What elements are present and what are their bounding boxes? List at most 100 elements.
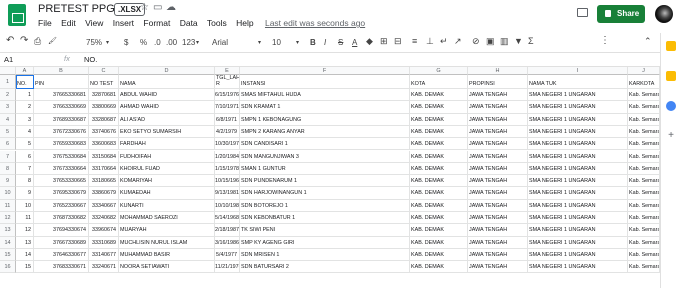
chevron-down-icon[interactable]: ▾ [196,39,199,46]
strikethrough-button[interactable]: S [338,38,343,47]
decrease-decimal-button[interactable]: .0 [154,38,161,47]
table-cell[interactable]: KAB. DEMAK [410,199,468,212]
header-cell[interactable]: KOTA [410,75,468,89]
table-cell[interactable]: 6 [16,150,34,163]
menu-insert[interactable]: Insert [113,18,134,28]
table-cell[interactable]: 14 [16,248,34,262]
table-cell[interactable]: JAWA TENGAH [468,261,528,274]
column-header-d[interactable]: D [119,67,215,75]
document-title[interactable]: PRETEST PPG [38,3,115,15]
table-cell[interactable]: Kab. Semarang [628,162,660,176]
more-formats-button[interactable]: 123 [182,38,195,47]
table-cell[interactable]: ALI AS'AD [119,113,215,126]
table-cell[interactable]: Kab. Semarang [628,113,660,126]
table-cell[interactable]: KAB. DEMAK [410,162,468,176]
row-header-11[interactable]: 11 [0,199,16,212]
table-cell[interactable]: 11 [16,212,34,225]
table-cell[interactable]: 10/15/1967 [215,175,240,188]
column-header-g[interactable]: G [410,67,468,75]
table-cell[interactable]: 33240671 [89,261,119,274]
table-cell[interactable]: 33960674 [89,224,119,237]
table-cell[interactable]: 10/10/1984 [215,199,240,212]
row-header-13[interactable]: 13 [0,224,16,237]
table-cell[interactable]: 33180665 [89,175,119,188]
table-cell[interactable]: 5/14/1968 [215,212,240,225]
zoom-select[interactable]: 75% [86,38,102,47]
table-cell[interactable]: 13 [16,236,34,249]
table-cell[interactable]: 37672330676 [34,125,89,139]
table-cell[interactable]: 37675330684 [34,150,89,163]
table-cell[interactable]: SMA NEGERI 1 UNGARAN [528,101,628,114]
table-cell[interactable]: SMA NEGERI 1 UNGARAN [528,199,628,212]
table-cell[interactable]: KAB. DEMAK [410,138,468,151]
table-cell[interactable]: 33800669 [89,101,119,114]
header-cell[interactable]: INSTANSI [240,75,410,89]
column-header-f[interactable]: F [240,67,410,75]
folder-move-icon[interactable]: ▭ [153,2,162,13]
table-cell[interactable]: 37653330665 [34,175,89,188]
table-cell[interactable]: KAB. DEMAK [410,224,468,237]
collapse-icon[interactable]: ⌃ [644,36,652,47]
table-cell[interactable]: 33150684 [89,150,119,163]
table-cell[interactable]: 5/4/1977 [215,248,240,262]
table-cell[interactable]: 11/21/1976 [215,261,240,274]
header-cell[interactable]: PROPINSI [468,75,528,89]
header-cell[interactable]: PIN [34,75,89,89]
font-select[interactable]: Arial [212,38,228,47]
table-cell[interactable]: SMPN 1 KEBONAGUNG [240,113,410,126]
header-cell[interactable]: NAMA [119,75,215,89]
table-cell[interactable]: MOHAMMAD SAEROZI [119,212,215,225]
table-cell[interactable]: SDN BATURSARI 2 [240,261,410,274]
table-cell[interactable]: SDN BOTOREJO 1 [240,199,410,212]
table-cell[interactable]: 10 [16,199,34,212]
cloud-icon[interactable]: ☁ [166,2,176,13]
vertical-align-icon[interactable]: ⊥ [426,36,434,47]
table-cell[interactable]: 10/30/1974 [215,138,240,151]
insert-link-icon[interactable]: ⊘ [472,36,480,47]
table-cell[interactable]: KAB. DEMAK [410,248,468,262]
avatar[interactable] [655,5,673,23]
column-header-i[interactable]: I [528,67,628,75]
table-cell[interactable]: AHMAD WAHID [119,101,215,114]
header-cell[interactable]: NAMA TUK [528,75,628,89]
table-cell[interactable]: SMA NEGERI 1 UNGARAN [528,187,628,200]
formula-input[interactable]: NO. [84,55,97,64]
table-cell[interactable]: Kab. Semarang [628,261,660,274]
table-cell[interactable]: SMA NEGERI 1 UNGARAN [528,248,628,262]
keep-icon[interactable] [666,71,676,81]
table-cell[interactable]: 37652330667 [34,199,89,212]
table-cell[interactable]: 37689330687 [34,113,89,126]
table-cell[interactable]: 37663330669 [34,101,89,114]
chevron-down-icon[interactable]: ▾ [106,39,109,46]
fill-color-icon[interactable]: ◆ [366,36,373,47]
row-header-8[interactable]: 8 [0,162,16,176]
table-cell[interactable]: Kab. Semarang [628,175,660,188]
table-cell[interactable]: SDN MRISEN 1 [240,248,410,262]
table-cell[interactable]: 33340667 [89,199,119,212]
row-header-9[interactable]: 9 [0,175,16,188]
tasks-icon[interactable] [666,101,676,111]
row-header-15[interactable]: 15 [0,248,16,262]
table-cell[interactable]: Kab. Semarang [628,236,660,249]
table-cell[interactable]: KAB. DEMAK [410,101,468,114]
header-cell[interactable]: KARKOTA [628,75,660,89]
column-header-a[interactable]: A [16,67,34,75]
row-header-6[interactable]: 6 [0,138,16,151]
star-icon[interactable]: ☆ [140,2,149,13]
row-header-12[interactable]: 12 [0,212,16,225]
share-button[interactable]: Share [597,5,645,23]
table-cell[interactable]: JAWA TENGAH [468,236,528,249]
insert-comment-icon[interactable]: ▣ [486,36,495,47]
menu-data[interactable]: Data [180,18,198,28]
menu-view[interactable]: View [85,18,103,28]
table-cell[interactable]: JAWA TENGAH [468,248,528,262]
table-cell[interactable]: KAB. DEMAK [410,212,468,225]
table-cell[interactable]: JAWA TENGAH [468,199,528,212]
table-cell[interactable]: Kab. Semarang [628,212,660,225]
table-cell[interactable]: 37695330679 [34,187,89,200]
table-cell[interactable]: 33170664 [89,162,119,176]
filter-icon[interactable]: ▼ [514,36,523,46]
redo-icon[interactable]: ↷ [20,35,28,46]
table-cell[interactable]: SDN HARJOWINANGUN 1 [240,187,410,200]
table-cell[interactable]: KAB. DEMAK [410,261,468,274]
